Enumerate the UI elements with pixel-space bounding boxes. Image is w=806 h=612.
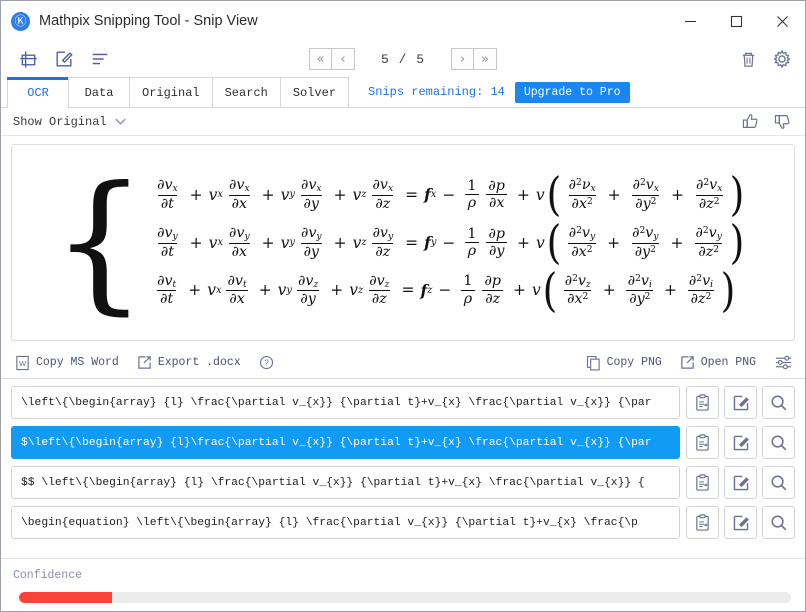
latex-text-1[interactable]: $\left\{\begin{array} {l}\frac{\partial … <box>11 426 680 459</box>
equation-row-z: ∂vt ∂t + vx ∂vt ∂x + vy ∂vz ∂y + vz ∂vz ∂z =… <box>157 263 736 318</box>
copy-png-button[interactable]: Copy PNG <box>586 355 662 371</box>
edit-row-icon[interactable] <box>724 426 757 459</box>
copy-row-icon[interactable] <box>686 466 719 499</box>
chevron-down-icon[interactable] <box>114 115 127 128</box>
open-png-label: Open PNG <box>700 356 756 369</box>
latex-result-row: $\left\{\begin{array} {l}\frac{\partial … <box>11 426 795 459</box>
mathpix-window: Ⓚ Mathpix Snipping Tool - Snip View « ‹ … <box>0 0 806 612</box>
tab-bar: OCR Data Original Search Solver Snips re… <box>1 77 805 108</box>
external-link-icon <box>137 355 152 370</box>
copy-pages-icon <box>586 355 601 371</box>
copy-row-icon[interactable] <box>686 426 719 459</box>
export-docx-label: Export .docx <box>157 356 241 369</box>
confidence-bar-track <box>19 592 791 603</box>
equation-row-x: ∂vx ∂t + vx ∂vx ∂x + vy ∂vx ∂y + vz ∂vx ∂z =… <box>157 167 745 222</box>
thumbs-down-icon[interactable] <box>769 110 795 134</box>
svg-text:?: ? <box>264 359 269 368</box>
navier-stokes-equations: { ∂vx ∂t + vx ∂vx ∂x + vy ∂vx ∂y + vz ∂vx ∂z… <box>51 155 747 329</box>
row-buttons-3 <box>686 506 795 539</box>
latex-result-row: \left\{\begin{array} {l} \frac{\partial … <box>11 386 795 419</box>
edit-row-icon[interactable] <box>724 506 757 539</box>
help-circle-icon: ? <box>259 355 274 370</box>
edit-snip-icon[interactable] <box>49 45 79 73</box>
equation-preview-card: { ∂vx ∂t + vx ∂vx ∂x + vy ∂vx ∂y + vz ∂vx ∂z… <box>11 144 795 341</box>
png-action-group: Copy PNG Open PNG <box>586 354 795 371</box>
row-buttons-1 <box>686 426 795 459</box>
preview-row-icon[interactable] <box>762 466 795 499</box>
export-action-bar: W Copy MS Word Export .docx ? Copy PNG O… <box>1 347 805 379</box>
copy-ms-word-label: Copy MS Word <box>36 356 119 369</box>
gear-icon[interactable] <box>769 46 795 72</box>
external-link-icon <box>680 355 695 370</box>
main-toolbar: « ‹ 5 / 5 › » <box>1 41 805 77</box>
equation-row-y: ∂vy ∂t + vx ∂vy ∂x + vy ∂vy ∂y + vz ∂vy ∂z =… <box>157 215 745 270</box>
sliders-icon[interactable] <box>774 354 793 371</box>
thumbs-up-icon[interactable] <box>737 110 763 134</box>
tab-data[interactable]: Data <box>68 77 130 107</box>
maximize-button[interactable] <box>713 1 759 41</box>
edit-row-icon[interactable] <box>724 466 757 499</box>
feedback-group <box>737 110 805 134</box>
export-docx-button[interactable]: Export .docx <box>137 355 241 370</box>
confidence-section: Confidence <box>1 558 805 611</box>
copy-row-icon[interactable] <box>686 386 719 419</box>
latex-result-row: \begin{equation} \left\{\begin{array} {l… <box>11 506 795 539</box>
close-button[interactable] <box>759 1 805 41</box>
help-button[interactable]: ? <box>259 355 280 370</box>
tab-ocr[interactable]: OCR <box>7 77 69 108</box>
equation-preview-wrap: { ∂vx ∂t + vx ∂vx ∂x + vy ∂vx ∂y + vz ∂vx ∂z… <box>1 136 805 341</box>
svg-text:W: W <box>19 358 27 367</box>
first-page-button[interactable]: « <box>308 48 332 70</box>
toolbar-right-group <box>735 46 795 72</box>
list-view-icon[interactable] <box>85 45 115 73</box>
copy-png-label: Copy PNG <box>606 356 662 369</box>
last-page-button[interactable]: » <box>474 48 497 70</box>
next-page-button[interactable]: › <box>451 48 474 70</box>
prev-page-button[interactable]: ‹ <box>331 48 355 70</box>
tab-original[interactable]: Original <box>129 77 213 107</box>
open-png-button[interactable]: Open PNG <box>680 355 756 370</box>
sliders-glyph <box>774 354 793 371</box>
system-brace: { <box>51 155 148 329</box>
page-counter: 5 / 5 <box>380 51 425 67</box>
latex-text-0[interactable]: \left\{\begin{array} {l} \frac{\partial … <box>11 386 680 419</box>
confidence-label: Confidence <box>13 569 83 582</box>
preview-row-icon[interactable] <box>762 426 795 459</box>
pagination: « ‹ 5 / 5 › » <box>1 48 805 70</box>
row-buttons-0 <box>686 386 795 419</box>
trash-icon[interactable] <box>735 46 761 72</box>
window-controls <box>667 1 805 41</box>
show-original-label[interactable]: Show Original <box>13 115 107 129</box>
latex-text-3[interactable]: \begin{equation} \left\{\begin{array} {l… <box>11 506 680 539</box>
word-doc-icon: W <box>15 355 30 371</box>
snips-remaining-label: Snips remaining: 14 <box>368 85 505 99</box>
copy-ms-word-button[interactable]: W Copy MS Word <box>15 355 119 371</box>
row-buttons-2 <box>686 466 795 499</box>
edit-row-icon[interactable] <box>724 386 757 419</box>
confidence-bar-fill <box>19 592 112 603</box>
window-title: Mathpix Snipping Tool - Snip View <box>39 13 258 29</box>
new-snip-icon[interactable] <box>13 45 43 73</box>
app-logo-icon: Ⓚ <box>11 11 30 31</box>
latex-text-2[interactable]: $$ \left\{\begin{array} {l} \frac{\parti… <box>11 466 680 499</box>
upgrade-to-pro-button[interactable]: Upgrade to Pro <box>514 81 630 103</box>
preview-row-icon[interactable] <box>762 506 795 539</box>
show-original-row: Show Original <box>1 108 805 136</box>
latex-result-row: $$ \left\{\begin{array} {l} \frac{\parti… <box>11 466 795 499</box>
title-bar: Ⓚ Mathpix Snipping Tool - Snip View <box>1 1 805 41</box>
copy-row-icon[interactable] <box>686 506 719 539</box>
minimize-button[interactable] <box>667 1 713 41</box>
preview-row-icon[interactable] <box>762 386 795 419</box>
tab-solver[interactable]: Solver <box>279 77 350 107</box>
tab-search[interactable]: Search <box>211 77 281 107</box>
